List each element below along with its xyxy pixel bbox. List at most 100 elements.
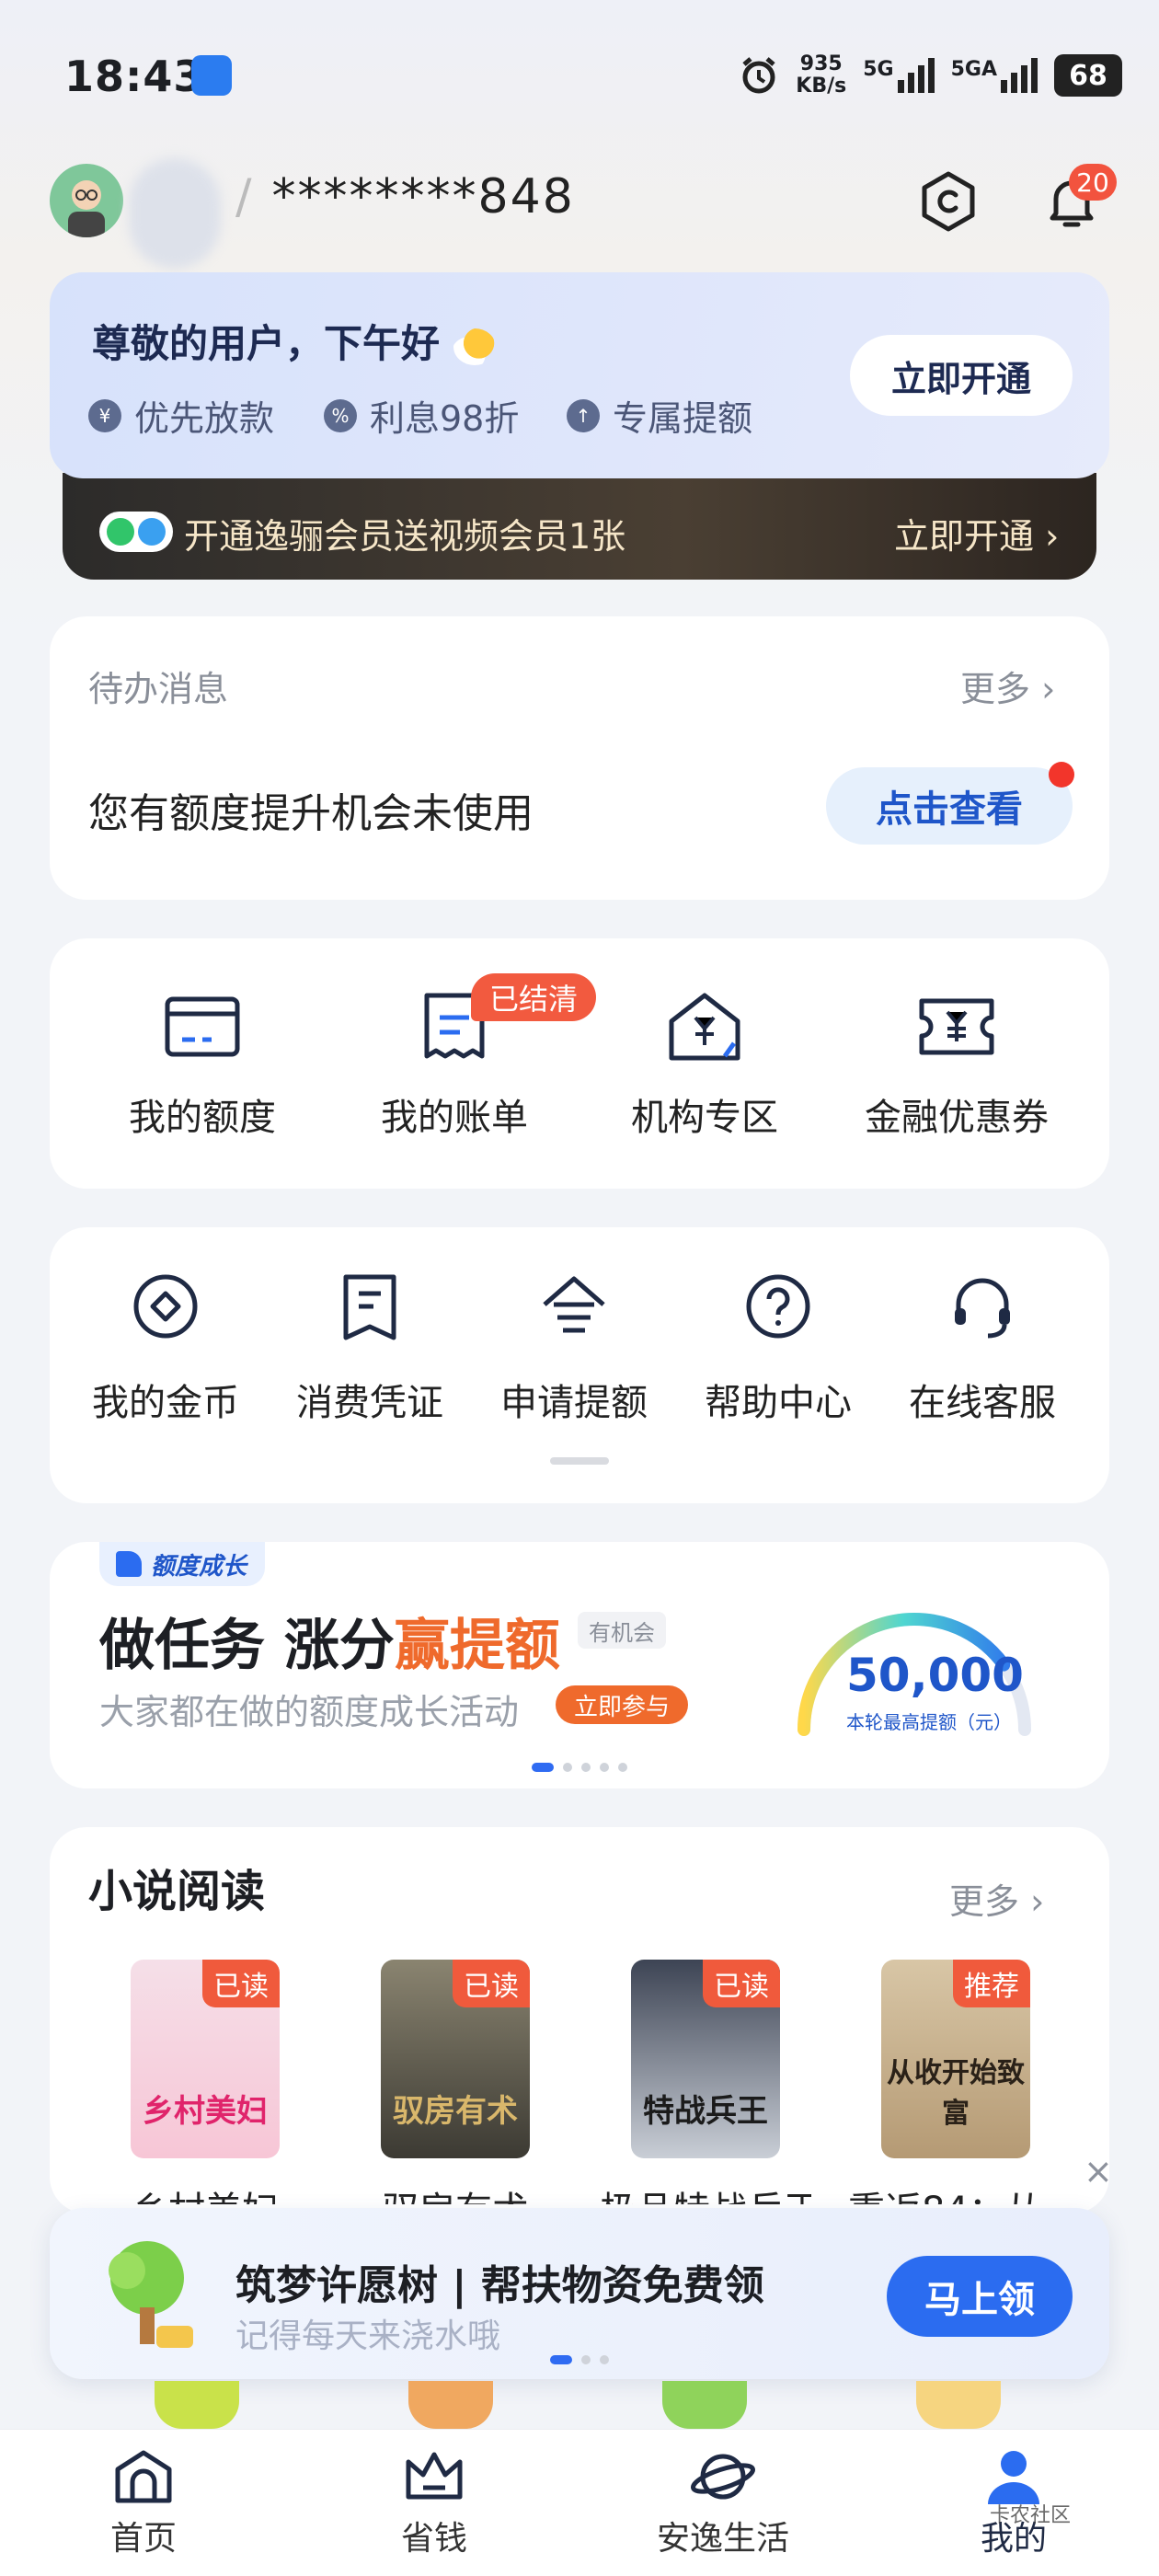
tab-easy-life[interactable]: 安逸生活 — [631, 2447, 815, 2559]
tab-home[interactable]: 首页 — [52, 2447, 235, 2559]
quick-item-coupon[interactable]: 金融优惠券 — [865, 990, 1049, 1141]
book-tag: 已读 — [202, 1960, 280, 2007]
help-icon — [746, 1274, 810, 1339]
status-icons: 935 KB/s 5G 5GA 68 — [739, 53, 1122, 98]
book-title[interactable]: 极品特战兵王 — [600, 2180, 811, 2204]
quick-item-institution[interactable]: 机构专区 — [613, 990, 797, 1141]
sun-cloud-icon — [453, 328, 496, 365]
tab-label: 省钱 — [400, 2520, 467, 2558]
service-online-support[interactable]: 在线客服 — [890, 1271, 1074, 1426]
quick-item-label: 我的账单 — [381, 1097, 528, 1139]
book-tag: 推荐 — [953, 1960, 1030, 2007]
book-cover-text: 乡村美妇 — [143, 2093, 268, 2130]
battery-icon: 68 — [1054, 54, 1122, 97]
raise-limit-icon — [543, 1276, 605, 1333]
book-title[interactable]: 重返84：从… — [848, 2180, 1060, 2204]
service-my-coins[interactable]: 我的金币 — [74, 1271, 258, 1426]
promo-pager-dots — [532, 1763, 627, 1772]
novels-title: 小说阅读 — [88, 1866, 266, 1917]
tab-label: 首页 — [109, 2520, 177, 2558]
service-receipt[interactable]: 消费凭证 — [278, 1271, 462, 1426]
book-cover-text: 从收开始致富 — [887, 2057, 1025, 2130]
book-title[interactable]: 驭房有术 — [350, 2180, 561, 2204]
greeting: 尊敬的用户，下午好 — [92, 313, 496, 369]
planet-icon — [691, 2454, 755, 2500]
promo-title: 做任务 涨分赢提额 — [99, 1601, 560, 1681]
join-now-button[interactable]: 立即参与 — [556, 1685, 689, 1724]
hidden-row-icon — [408, 2381, 493, 2429]
vip-open-link[interactable]: 立即开通 › — [894, 508, 1059, 558]
perk-label: 专属提额 — [613, 398, 753, 439]
quick-item-label: 机构专区 — [631, 1097, 778, 1139]
hidden-row-icon — [916, 2381, 1001, 2429]
close-icon[interactable]: × — [1084, 2151, 1113, 2191]
unread-dot — [1049, 762, 1074, 788]
book-cover[interactable]: 乡村美妇 已读 — [131, 1960, 280, 2158]
yen-icon: ¥ — [88, 398, 121, 432]
hidden-row-icon — [155, 2381, 239, 2429]
home-icon — [115, 2450, 172, 2503]
service-help-center[interactable]: 帮助中心 — [686, 1271, 870, 1426]
separator: / — [235, 169, 254, 224]
banner-pager-dots — [550, 2355, 609, 2364]
quick-item-label: 我的额度 — [129, 1097, 276, 1139]
book-cover-text: 特战兵王 — [643, 2093, 768, 2130]
status-time: 18:43 — [64, 52, 204, 101]
book-cover[interactable]: 特战兵王 已读 — [631, 1960, 780, 2158]
service-label: 我的金币 — [92, 1382, 239, 1424]
open-membership-button[interactable]: 立即开通 — [850, 335, 1073, 416]
percent-icon: % — [324, 398, 357, 432]
tab-save-money[interactable]: 省钱 — [342, 2447, 526, 2559]
promo-title-highlight: 赢提额 — [394, 1614, 560, 1678]
tree-icon — [109, 2241, 193, 2348]
vip-promo-text: 开通逸骊会员送视频会员1张 — [184, 516, 626, 557]
greeting-text: 尊敬的用户，下午好 — [92, 321, 441, 366]
quick-item-my-limit[interactable]: 我的额度 — [110, 990, 294, 1141]
watermark: 卡农社区 — [990, 2504, 1072, 2527]
arrow-up-icon: ↑ — [567, 398, 600, 432]
book-title[interactable]: 乡村美妇 — [99, 2180, 311, 2204]
perk-label: 利息98折 — [370, 398, 520, 439]
perk-interest-discount: % 利息98折 — [324, 390, 519, 441]
headset-icon — [955, 1278, 1010, 1339]
coin-icon — [133, 1274, 198, 1339]
perk-label: 优先放款 — [134, 398, 275, 439]
todo-label: 待办消息 — [88, 669, 229, 709]
net-speed-unit: KB/s — [796, 75, 847, 98]
book-cover[interactable]: 驭房有术 已读 — [381, 1960, 530, 2158]
net-speed: 935 KB/s — [796, 53, 846, 98]
institution-icon — [669, 993, 740, 1061]
crown-icon — [406, 2452, 463, 2500]
view-now-button[interactable]: 点击查看 — [826, 767, 1073, 845]
profile-icon — [988, 2451, 1039, 2504]
service-label: 消费凭证 — [296, 1382, 443, 1424]
app-notification-icon — [191, 55, 232, 96]
sim2-label: 5GA — [950, 58, 997, 81]
avatar[interactable] — [50, 164, 123, 237]
chance-tag: 有机会 — [578, 1612, 666, 1649]
service-label: 在线客服 — [909, 1382, 1056, 1424]
todo-more-link[interactable]: 更多 › — [960, 661, 1055, 711]
todo-message: 您有额度提升机会未使用 — [88, 790, 534, 837]
service-label: 申请提额 — [500, 1382, 648, 1424]
claim-now-button[interactable]: 马上领 — [887, 2256, 1073, 2337]
max-limit-caption: 本轮最高提额（元） — [846, 1711, 1012, 1733]
banner-subtitle: 记得每天来浇水哦 — [235, 2317, 501, 2355]
tab-label: 安逸生活 — [656, 2520, 789, 2558]
settled-badge: 已结清 — [471, 973, 597, 1021]
alarm-icon — [742, 57, 775, 94]
masked-phone: / ********848 — [235, 169, 575, 224]
service-raise-limit[interactable]: 申请提额 — [482, 1271, 666, 1426]
services-scroll-indicator — [550, 1457, 609, 1465]
growth-tag-text: 额度成长 — [151, 1552, 247, 1581]
settings-hex-icon[interactable] — [916, 169, 981, 234]
promo-subtitle: 大家都在做的额度成长活动 — [99, 1692, 520, 1732]
video-vip-icon — [99, 512, 173, 552]
signal-1: 5G — [863, 58, 935, 93]
growth-tag-icon — [116, 1551, 142, 1577]
book-cover[interactable]: 从收开始致富 推荐 — [881, 1960, 1030, 2158]
book-tag: 已读 — [453, 1960, 530, 2007]
service-label: 帮助中心 — [705, 1382, 852, 1424]
novels-more-link[interactable]: 更多 › — [949, 1873, 1044, 1924]
blurred-username — [129, 158, 221, 269]
